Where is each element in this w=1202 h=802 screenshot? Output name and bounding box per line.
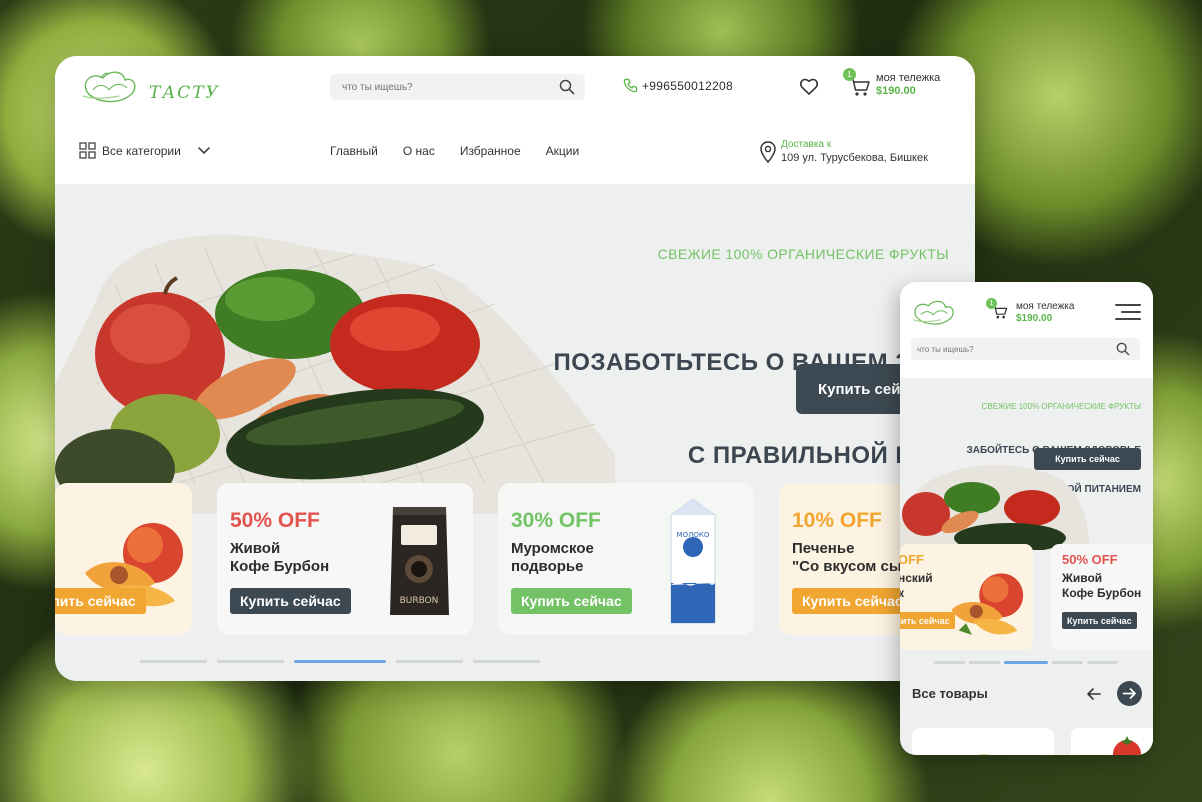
site-logo[interactable]: ТАСТУ — [79, 66, 239, 116]
chevron-down-icon — [198, 146, 210, 154]
carousel-dot[interactable] — [1087, 661, 1118, 664]
product-card[interactable] — [1071, 728, 1153, 755]
hero-banner: СВЕЖИЕ 100% ОРГАНИЧЕСКИЕ ФРУКТЫ ПОЗАБОТЬ… — [55, 184, 975, 681]
promo-product-name: Живой Кофе Бурбон — [1062, 571, 1142, 600]
mobile-search-bar[interactable] — [911, 338, 1140, 360]
cart-total: $190.00 — [1016, 313, 1053, 324]
promo-product-name: Живой Кофе Бурбон — [230, 540, 330, 575]
mobile-hero-banner: СВЕЖИЕ 100% ОРГАНИЧЕСКИЕ ФРУКТЫ ЗАБОЙТЕС… — [900, 378, 1153, 678]
cart-title: моя тележка — [1016, 301, 1075, 312]
hero-title-line2: С ПРАВИЛЬНОЙ ПИТАНИЕМ — [687, 442, 975, 469]
delivery-address[interactable]: Доставка к 109 ул. Турусбекова, Бишкек — [758, 139, 958, 169]
promo-discount: 50% OFF — [1062, 552, 1118, 567]
tomato-image — [1113, 736, 1141, 755]
mobile-hero-subtitle: СВЕЖИЕ 100% ОРГАНИЧЕСКИЕ ФРУКТЫ — [981, 402, 1141, 411]
search-bar[interactable] — [330, 74, 585, 100]
carousel-dot[interactable] — [1052, 661, 1083, 664]
mobile-header: 1 моя тележка $190.00 — [900, 282, 1153, 378]
promo-discount: 30% OFF — [511, 509, 601, 532]
search-input[interactable] — [330, 74, 530, 100]
promo-buy-button[interactable]: Купить сейчас — [1062, 612, 1137, 629]
promo-buy-button[interactable]: Купить сейчас — [230, 588, 351, 614]
desktop-mockup: ТАСТУ +996550012208 1 моя тележка — [55, 56, 975, 681]
phone-contact[interactable]: +996550012208 — [623, 78, 733, 93]
carousel-indicators — [140, 660, 540, 663]
delivery-label: Доставка к — [781, 139, 832, 150]
carousel-dot[interactable] — [934, 661, 965, 664]
search-icon[interactable] — [559, 79, 575, 95]
vegetable-bag-illustration — [900, 465, 1090, 550]
phone-number: +996550012208 — [642, 78, 733, 93]
mobile-mockup: 1 моя тележка $190.00 СВЕЖИЕ 100% ОРГАНИ… — [900, 282, 1153, 755]
promo-discount: 10% OFF — [792, 509, 882, 532]
promo-product-name: нский к — [900, 571, 933, 600]
mobile-carousel-indicators — [934, 661, 1118, 664]
main-nav: Главный О нас Избранное Акции — [330, 144, 579, 158]
cart-count-badge: 1 — [986, 298, 997, 309]
mobile-search-input[interactable] — [911, 338, 1101, 360]
categories-dropdown[interactable]: Все категории — [79, 142, 211, 159]
peach-image — [951, 573, 1024, 635]
promo-card[interactable]: 30% OFF Муромское подворье Купить сейчас… — [498, 483, 754, 635]
cart-count-badge: 1 — [843, 68, 856, 81]
product-card[interactable] — [912, 728, 1054, 755]
carousel-dot-active[interactable] — [1004, 661, 1048, 664]
nav-favorites[interactable]: Избранное — [460, 144, 521, 158]
carousel-dot[interactable] — [396, 660, 463, 663]
promo-buy-button[interactable]: Купить сейчас — [792, 588, 913, 614]
grid-icon — [79, 142, 96, 159]
nav-promotions[interactable]: Акции — [546, 144, 580, 158]
hero-subtitle: СВЕЖИЕ 100% ОРГАНИЧЕСКИЕ ФРУКТЫ — [657, 246, 949, 262]
site-header: ТАСТУ +996550012208 1 моя тележка — [55, 56, 975, 184]
mobile-logo-icon[interactable] — [910, 296, 958, 328]
promo-card[interactable]: Купить сейчас — [55, 483, 192, 635]
mobile-cart-widget[interactable]: 1 моя тележка $190.00 — [986, 298, 1102, 326]
hamburger-menu-icon[interactable] — [1115, 304, 1141, 320]
svg-text:BURBON: BURBON — [400, 596, 439, 606]
svg-text:МОЛОКО: МОЛОКО — [677, 531, 710, 539]
promo-discount: 50% OFF — [230, 509, 320, 532]
promo-discount: OFF — [900, 552, 924, 567]
carousel-dot-active[interactable] — [294, 660, 386, 663]
carousel-dot[interactable] — [473, 660, 540, 663]
promo-buy-button[interactable]: Купить сейчас — [511, 588, 632, 614]
product-thumbnail — [977, 754, 991, 755]
next-arrow-button[interactable] — [1117, 681, 1142, 706]
cart-total: $190.00 — [876, 85, 916, 97]
cart-title: моя тележка — [876, 72, 941, 84]
promo-product-name: Муромское подворье — [511, 540, 594, 575]
heart-icon[interactable] — [799, 77, 819, 97]
mobile-promo-card[interactable]: 50% OFF Живой Кофе Бурбон Купить сейчас — [1051, 544, 1153, 650]
all-products-heading: Все товары — [912, 686, 988, 701]
coffee-bag-image: BURBON — [390, 507, 449, 615]
arrow-left-icon[interactable] — [1084, 684, 1104, 704]
milk-carton-image: МОЛОКО — [670, 498, 716, 624]
carousel-dot[interactable] — [969, 661, 1000, 664]
nav-about[interactable]: О нас — [403, 144, 435, 158]
carousel-dot[interactable] — [140, 660, 207, 663]
cart-widget[interactable]: 1 моя тележка $190.00 — [843, 68, 959, 102]
phone-icon — [623, 78, 638, 93]
logo-text: ТАСТУ — [149, 83, 220, 103]
carousel-dot[interactable] — [217, 660, 284, 663]
search-icon[interactable] — [1116, 342, 1130, 356]
logo-fruit-icon — [82, 71, 136, 103]
mobile-promo-card[interactable]: OFF нский к Купить сейчас — [900, 544, 1033, 650]
categories-label: Все категории — [102, 143, 181, 158]
nav-home[interactable]: Главный — [330, 144, 378, 158]
promo-card[interactable]: 50% OFF Живой Кофе Бурбон Купить сейчас … — [217, 483, 473, 635]
arrow-right-icon — [1122, 688, 1136, 699]
promo-buy-button[interactable]: Купить сейчас — [55, 588, 146, 614]
location-pin-icon — [760, 141, 776, 164]
delivery-address-text: 109 ул. Турусбекова, Бишкек — [781, 152, 928, 164]
